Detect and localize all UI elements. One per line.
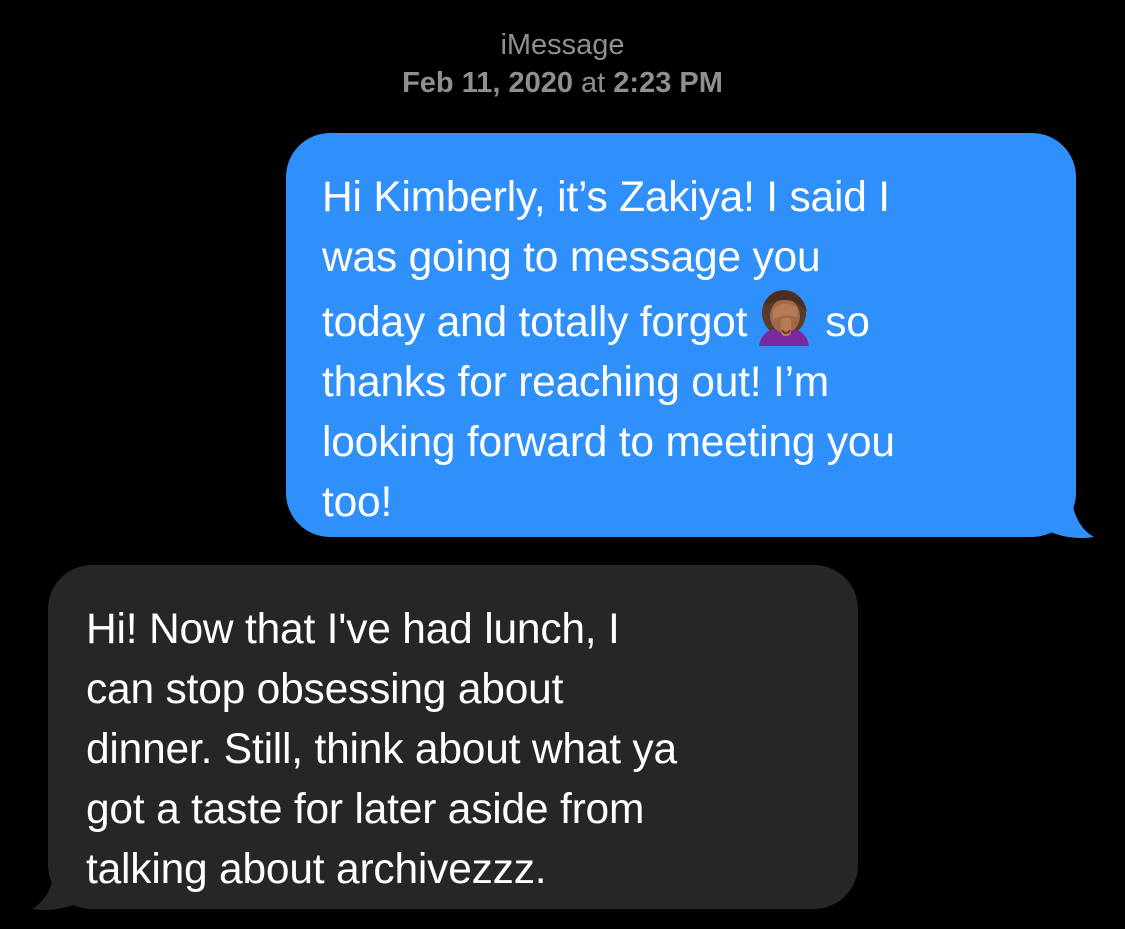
service-label: iMessage bbox=[500, 29, 625, 61]
timestamp: Feb 11, 2020 at 2:23 PM bbox=[0, 64, 1125, 102]
message-line: Hi Kimberly, it’s Zakiya! I said I bbox=[322, 174, 890, 221]
message-line: looking forward to meeting you bbox=[322, 419, 895, 466]
message-line: Hi! Now that I've had lunch, I bbox=[86, 606, 620, 653]
message-thread: iMessage Feb 11, 2020 at 2:23 PM Hi Kimb… bbox=[0, 0, 1125, 929]
message-line: too! bbox=[322, 479, 393, 526]
message-line: was going to message you bbox=[322, 234, 821, 281]
message-line: dinner. Still, think about what ya bbox=[86, 726, 677, 773]
timestamp-at: at bbox=[581, 67, 606, 99]
message-line: got a taste for later aside from bbox=[86, 786, 645, 833]
woman-facepalming-icon bbox=[759, 290, 810, 346]
message-line-with-emoji: today and totally forgot so bbox=[322, 288, 1046, 353]
timestamp-date: Feb 11, 2020 bbox=[402, 67, 573, 99]
message-line: today and totally forgot bbox=[322, 299, 748, 346]
sent-message-bubble[interactable]: Hi Kimberly, it’s Zakiya! I said I was g… bbox=[286, 133, 1076, 537]
message-line: can stop obsessing about bbox=[86, 666, 564, 713]
thread-header: iMessage Feb 11, 2020 at 2:23 PM bbox=[0, 26, 1125, 102]
message-line: thanks for reaching out! I’m bbox=[322, 359, 830, 406]
timestamp-time: 2:23 PM bbox=[613, 67, 723, 99]
message-line: so bbox=[825, 299, 870, 346]
message-line: talking about archivezzz. bbox=[86, 846, 547, 893]
received-message-bubble[interactable]: Hi! Now that I've had lunch, I can stop … bbox=[48, 565, 858, 909]
